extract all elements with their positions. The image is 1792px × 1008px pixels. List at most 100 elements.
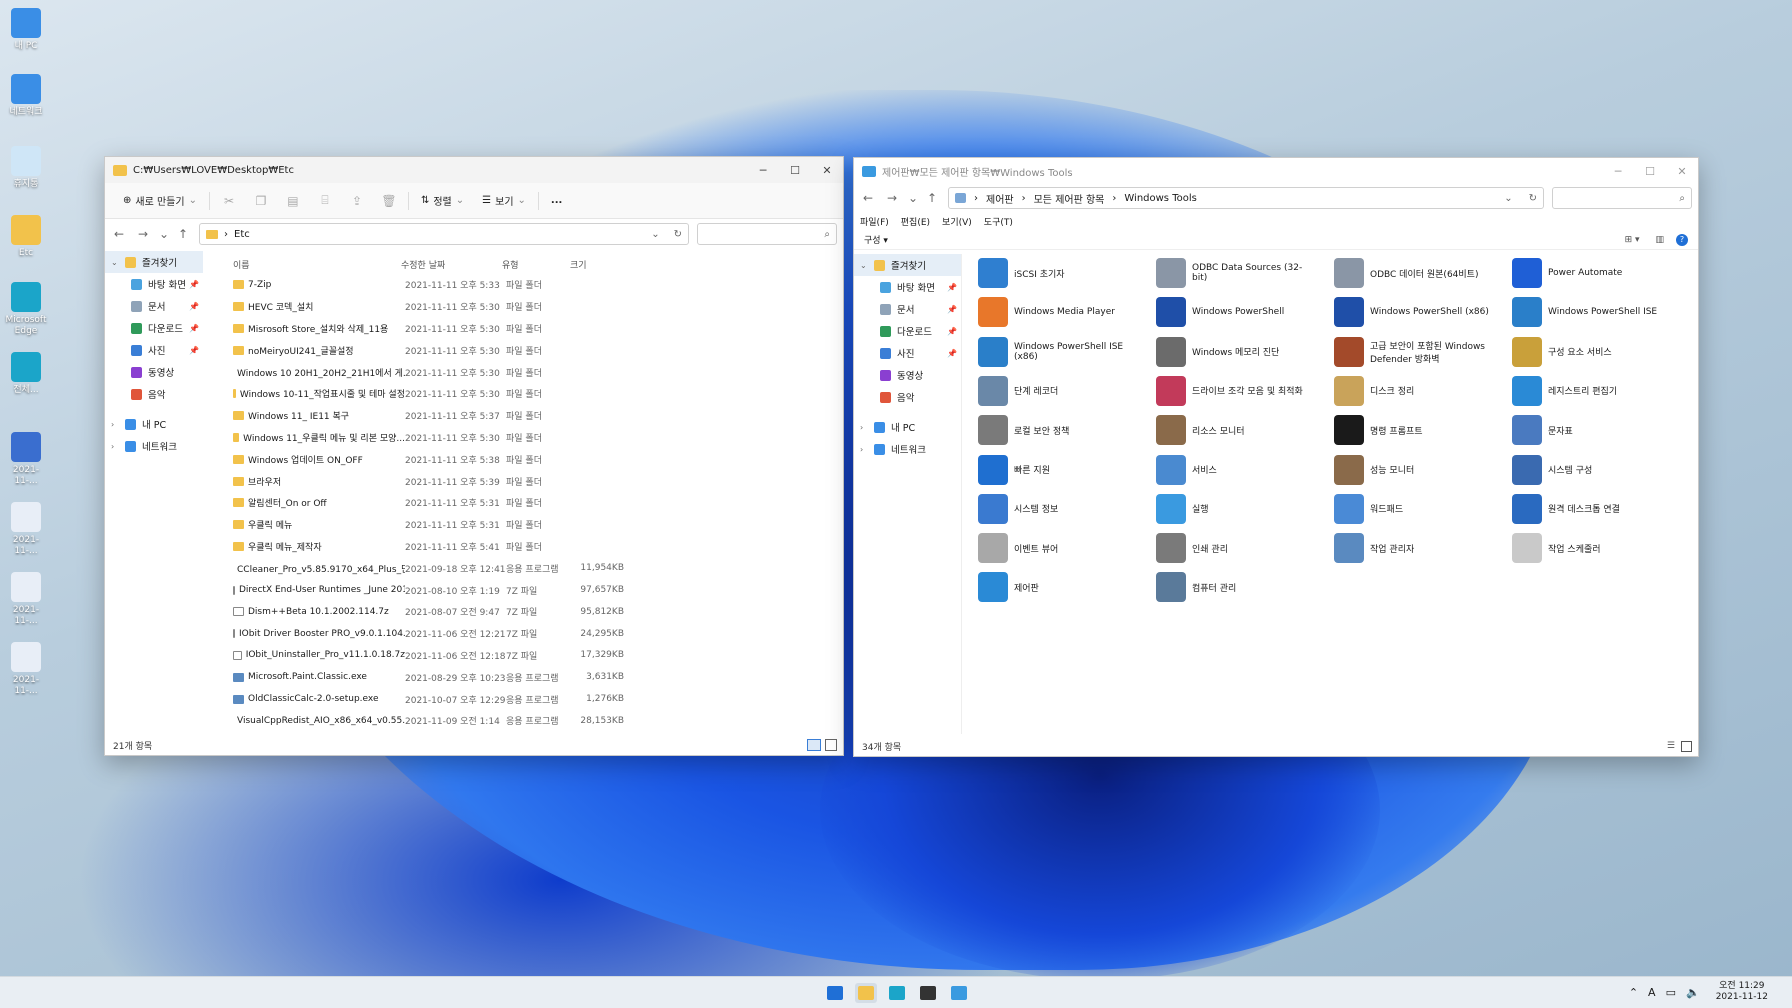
file-row[interactable]: HEVC 코덱_설치 2021-11-11 오후 5:30 파일 폴더 (223, 296, 624, 318)
breadcrumb-windows-tools[interactable]: Windows Tools (1124, 193, 1496, 204)
up-icon[interactable]: ↑ (175, 227, 191, 241)
menu-tools[interactable]: 도구(T) (984, 215, 1013, 228)
up-icon[interactable]: ↑ (924, 191, 940, 205)
tool-item[interactable]: 제어판 (978, 570, 1133, 604)
column-header-size[interactable]: 크기 (570, 258, 620, 271)
more-button[interactable]: ... (545, 192, 568, 209)
tool-item[interactable]: 로컬 보안 정책 (978, 413, 1133, 447)
chevron-icon[interactable]: › (111, 420, 119, 429)
tool-item[interactable]: Windows Media Player (978, 295, 1133, 329)
desktop-icon[interactable]: 2021-11-... (4, 642, 48, 697)
sidebar-item[interactable]: 동영상 (854, 364, 961, 386)
paste-icon[interactable]: ▤ (280, 191, 306, 211)
recent-chevron-icon[interactable]: ⌄ (908, 191, 918, 205)
tool-item[interactable]: 워드패드 (1334, 492, 1489, 526)
address-bar[interactable]: › 제어판 › 모든 제어판 항목 › Windows Tools ⌄ ↻ (948, 187, 1544, 209)
file-row[interactable]: Microsoft.Paint.Classic.exe 2021-08-29 오후… (223, 666, 624, 688)
file-row[interactable]: CCleaner_Pro_v5.85.9170_x64_Plus_단... 202… (223, 557, 624, 579)
tool-item[interactable]: iSCSI 초기자 (978, 256, 1133, 290)
desktop-icon[interactable]: 2021-11-... (4, 572, 48, 627)
chevron-down-icon[interactable]: ⌄ (651, 229, 659, 240)
desktop-icon[interactable]: 내 PC (4, 8, 48, 52)
tool-item[interactable]: Power Automate (1512, 256, 1667, 290)
copy-icon[interactable]: ❐ (248, 191, 274, 211)
delete-icon[interactable]: 🗑 (376, 191, 402, 211)
tool-item[interactable]: 명령 프롬프트 (1334, 413, 1489, 447)
tool-item[interactable]: 작업 관리자 (1334, 531, 1489, 565)
tool-item[interactable]: 레지스트리 편집기 (1512, 374, 1667, 408)
chevron-icon[interactable]: › (860, 423, 868, 432)
tool-item[interactable]: Windows PowerShell (x86) (1334, 295, 1489, 329)
file-row[interactable]: Windows 10-11_작업표시줄 및 테마 설정 2021-11-11 오후… (223, 383, 624, 405)
taskbar-store-button[interactable] (917, 983, 939, 1003)
tool-item[interactable]: 디스크 정리 (1334, 374, 1489, 408)
taskbar-control-panel-button[interactable] (948, 983, 970, 1003)
volume-icon[interactable]: 🔈 (1686, 986, 1700, 999)
breadcrumb-control-panel[interactable]: 제어판 (986, 191, 1014, 206)
menu-edit[interactable]: 편집(E) (901, 215, 930, 228)
file-row[interactable]: noMeiryoUI241_글꼴설정 2021-11-11 오후 5:30 파일 폴… (223, 339, 624, 361)
file-row[interactable]: OldClassicCalc-2.0-setup.exe 2021-10-07 오… (223, 688, 624, 710)
sidebar-item[interactable]: 사진 📌 (854, 342, 961, 364)
address-bar[interactable]: › Etc ⌄ ↻ (199, 223, 689, 245)
tool-item[interactable]: 시스템 정보 (978, 492, 1133, 526)
forward-icon[interactable]: → (884, 191, 900, 205)
refresh-icon[interactable]: ↻ (1529, 193, 1537, 204)
sidebar-item[interactable]: › 내 PC (105, 413, 203, 435)
file-row[interactable]: Windows 11_우클릭 메뉴 및 리본 모양... 2021-11-11 오… (223, 427, 624, 449)
tool-item[interactable]: Windows PowerShell (1156, 295, 1311, 329)
tool-item[interactable]: ODBC Data Sources (32-bit) (1156, 256, 1311, 290)
file-row[interactable]: IObit_Uninstaller_Pro_v11.1.0.18.7z 2021-… (223, 645, 624, 667)
sidebar-item[interactable]: 바탕 화면 📌 (854, 276, 961, 298)
tiles-view-icon[interactable] (825, 739, 837, 751)
minimize-button[interactable]: ─ (747, 157, 779, 183)
column-header-type[interactable]: 유형 (502, 258, 570, 271)
tool-item[interactable]: Windows 메모리 진단 (1156, 335, 1311, 369)
taskbar-edge-button[interactable] (886, 983, 908, 1003)
chevron-down-icon[interactable]: ⌄ (1504, 193, 1512, 204)
file-row[interactable]: Windows 10 20H1_20H2_21H1에서 게... 2021-11-… (223, 361, 624, 383)
menu-file[interactable]: 파일(F) (860, 215, 889, 228)
preview-pane-icon[interactable]: ▥ (1655, 235, 1664, 245)
desktop-icon[interactable]: 2021-11-... (4, 502, 48, 557)
file-row[interactable]: DirectX End-User Runtimes _June 2010.7z2… (223, 579, 624, 601)
forward-icon[interactable]: → (135, 227, 151, 241)
sidebar-item[interactable]: 문서 📌 (854, 298, 961, 320)
tool-item[interactable]: 드라이브 조각 모음 및 최적화 (1156, 374, 1311, 408)
file-row[interactable]: 브라우저 2021-11-11 오후 5:39 파일 폴더 (223, 470, 624, 492)
desktop-icon[interactable]: Microsoft Edge (4, 282, 48, 337)
search-input[interactable]: ⌕ (1552, 187, 1692, 209)
taskbar-start-button[interactable] (824, 983, 846, 1003)
file-row[interactable]: IObit Driver Booster PRO_v9.0.1.104.7z 20… (223, 623, 624, 645)
close-button[interactable]: ✕ (811, 157, 843, 183)
sort-button[interactable]: ⇅ 정렬 ⌄ (415, 190, 470, 211)
details-view-icon[interactable] (807, 739, 821, 751)
chevron-icon[interactable]: ⌄ (860, 261, 868, 270)
column-header-date[interactable]: 수정한 날짜 (401, 258, 502, 271)
tool-item[interactable]: Windows PowerShell ISE (1512, 295, 1667, 329)
tool-item[interactable]: 서비스 (1156, 453, 1311, 487)
desktop-icon[interactable]: 네트워크 (4, 74, 48, 118)
rename-icon[interactable]: ⌸ (312, 190, 338, 211)
organize-button[interactable]: 구성 ▾ (864, 233, 888, 246)
tool-item[interactable]: 이벤트 뷰어 (978, 531, 1133, 565)
ime-indicator[interactable]: A (1648, 986, 1656, 999)
tool-item[interactable]: Windows PowerShell ISE (x86) (978, 335, 1133, 369)
desktop-icon[interactable]: 2021-11-... (4, 432, 48, 487)
file-row[interactable]: 우클릭 메뉴 2021-11-11 오후 5:31 파일 폴더 (223, 514, 624, 536)
tool-item[interactable]: 컴퓨터 관리 (1156, 570, 1311, 604)
refresh-icon[interactable]: ↻ (674, 229, 682, 240)
tool-item[interactable]: 단계 레코더 (978, 374, 1133, 408)
file-row[interactable]: Windows 업데이트 ON_OFF 2021-11-11 오후 5:38 파일 … (223, 448, 624, 470)
sidebar-item[interactable]: 동영상 (105, 361, 203, 383)
sidebar-item[interactable]: ⌄ 즐겨찾기 (105, 251, 203, 273)
file-row[interactable]: Dism++Beta 10.1.2002.114.7z 2021-08-07 오전… (223, 601, 624, 623)
minimize-button[interactable]: ─ (1602, 158, 1634, 184)
view-button[interactable]: ☰ 보기 ⌄ (476, 190, 532, 211)
file-row[interactable]: Windows 11_ IE11 복구 2021-11-11 오후 5:37 파일 … (223, 405, 624, 427)
chevron-up-icon[interactable]: ⌃ (1629, 986, 1638, 999)
sidebar-item[interactable]: 음악 (854, 386, 961, 408)
desktop-icon[interactable]: 휴지통 (4, 146, 48, 190)
cut-icon[interactable]: ✂ (216, 191, 242, 211)
tool-item[interactable]: 성능 모니터 (1334, 453, 1489, 487)
